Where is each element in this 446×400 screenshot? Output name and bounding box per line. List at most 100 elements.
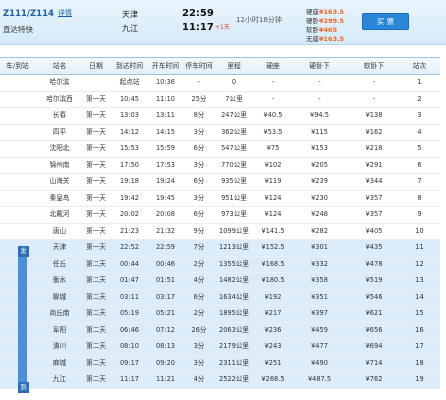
table-cell: ¥435 — [365, 243, 383, 251]
seat-price: ¥299.5 — [319, 17, 345, 25]
table-cell: ¥236 — [264, 325, 282, 334]
table-cell: 1099公里 — [219, 226, 249, 235]
seat-class: 硬卧 — [306, 17, 319, 25]
table-cell: 00:44 — [119, 259, 139, 268]
table-cell: 22:59 — [155, 243, 175, 251]
column-header: 开车时间 — [151, 62, 180, 70]
table-cell: ¥478 — [365, 259, 383, 268]
table-cell: 7公里 — [225, 94, 243, 103]
table-cell: 锦州南 — [49, 160, 70, 169]
timetable-header: 车/到站 站名 日期 到达时间 开车时间 停车时间 里程 硬座 硬卧下 软卧下 站次 — [0, 57, 440, 75]
table-cell: 第二天 — [86, 325, 106, 334]
table-cell: 1895公里 — [219, 309, 249, 317]
table-cell: ¥301 — [311, 243, 328, 251]
table-cell: - — [197, 78, 201, 86]
table-cell: - — [372, 94, 376, 103]
table-cell: 唐山 — [52, 226, 67, 235]
price-row: 硬座¥163.5 — [306, 8, 344, 17]
table-cell: 770公里 — [221, 160, 247, 169]
table-cell: 10:36 — [155, 78, 175, 86]
trip-duration: 12小时18分钟 — [236, 16, 282, 24]
table-cell: 4分 — [193, 375, 205, 383]
table-row: 九江 第二天 11:17 11:21 4分 2522公里 ¥268.5 ¥487.5 ¥762 1… — [0, 372, 440, 389]
table-cell: 第二天 — [86, 276, 106, 284]
table-cell: 4分 — [193, 276, 205, 284]
train-number: Z111/Z114 — [3, 9, 54, 19]
table-cell: 麻城 — [52, 358, 67, 367]
table-cell: ¥141.5 — [261, 226, 285, 235]
table-cell: ¥714 — [365, 358, 383, 367]
table-row: 阜阳 第二天 06:46 07:12 26分 2063公里 ¥236 ¥459 ¥656 16 — [0, 322, 440, 339]
table-cell: 6分 — [193, 177, 205, 185]
table-cell: ¥168.5 — [261, 259, 285, 268]
table-cell: ¥357 — [365, 193, 383, 202]
table-cell: 第一天 — [86, 226, 106, 235]
table-cell: 12 — [415, 259, 424, 268]
column-header: 软卧下 — [363, 62, 385, 70]
table-cell — [0, 207, 35, 223]
table-cell: 聊城 — [52, 292, 67, 301]
table-cell: 11:10 — [155, 94, 175, 103]
table-cell: 天津 — [52, 243, 67, 251]
seat-price: ¥163.5 — [319, 8, 345, 16]
table-cell: ¥192 — [264, 292, 282, 301]
table-cell: 05:19 — [119, 309, 139, 317]
price-row: 无座¥163.5 — [306, 35, 344, 44]
table-cell: ¥268.5 — [261, 375, 285, 383]
table-cell: ¥487.5 — [307, 375, 332, 383]
column-header: 到达时间 — [115, 62, 144, 70]
table-cell: 1355公里 — [219, 259, 249, 268]
table-cell: 00:46 — [155, 259, 175, 268]
column-header: 站次 — [412, 62, 427, 70]
trip-start-marker: 发 — [18, 246, 29, 257]
table-cell: 6分 — [193, 292, 205, 301]
table-cell: 2179公里 — [219, 342, 249, 350]
table-cell: ¥230 — [311, 193, 328, 202]
table-cell: ¥138 — [365, 111, 383, 119]
table-cell: ¥218 — [365, 144, 383, 152]
table-row: 唐山 第一天 21:23 21:32 9分 1099公里 ¥141.5 ¥282 ¥405 10 — [0, 224, 440, 240]
table-cell: ¥205 — [311, 160, 328, 169]
table-row: 潢川 第二天 08:10 08:13 3分 2179公里 ¥243 ¥477 ¥694 17 — [0, 339, 440, 356]
table-cell: 沈阳北 — [49, 144, 70, 152]
table-cell: ¥40.5 — [263, 111, 283, 119]
table-row: 哈尔滨 起点站 10:36 - 0 - - - 1 — [0, 75, 440, 92]
table-cell — [0, 224, 35, 240]
next-day-badge: +1天 — [215, 24, 230, 31]
table-cell: 547公里 — [221, 144, 247, 152]
table-cell: 13:03 — [119, 111, 139, 119]
table-cell: 08:10 — [119, 342, 139, 350]
table-cell: 2分 — [193, 259, 205, 268]
detail-link[interactable]: 详情 — [58, 10, 72, 17]
table-cell: ¥162 — [365, 127, 383, 136]
table-cell: 7分 — [193, 243, 205, 251]
arrival-station: 九江 — [122, 24, 138, 33]
buy-ticket-button[interactable]: 买 票 — [362, 13, 409, 30]
table-cell: 951公里 — [221, 193, 247, 202]
table-cell: 13:11 — [155, 111, 175, 119]
table-cell: ¥153 — [311, 144, 328, 152]
table-cell: ¥217 — [264, 309, 282, 317]
train-type: 直达特快 — [3, 25, 33, 34]
table-cell: - — [318, 94, 321, 103]
table-cell: 19:24 — [155, 177, 175, 185]
table-cell: 03:11 — [119, 292, 139, 301]
table-cell: 17:50 — [119, 160, 139, 169]
table-cell: 21:32 — [155, 226, 175, 235]
table-row: 秦皇岛 第一天 19:42 19:45 3分 951公里 ¥124 ¥230 ¥357 8 — [0, 191, 440, 207]
table-cell: 22:52 — [119, 243, 139, 251]
table-cell: ¥762 — [365, 375, 383, 383]
trip-range-bar — [18, 246, 27, 387]
table-cell: ¥124 — [264, 210, 282, 218]
table-cell: 2311公里 — [219, 358, 249, 367]
table-cell: 长春 — [52, 111, 67, 119]
table-cell: 第一天 — [86, 111, 106, 119]
table-cell: 第二天 — [86, 358, 106, 367]
table-cell: 935公里 — [221, 177, 247, 185]
table-cell: - — [372, 78, 376, 86]
table-cell: 3分 — [193, 193, 205, 202]
train-summary-bar: Z111/Z114 详情 直达特快 天津 九江 22:59 11:17 +1天 … — [0, 0, 446, 45]
table-cell: 247公里 — [221, 111, 247, 119]
table-cell: 2 — [417, 94, 422, 103]
table-cell: 3分 — [193, 127, 205, 136]
